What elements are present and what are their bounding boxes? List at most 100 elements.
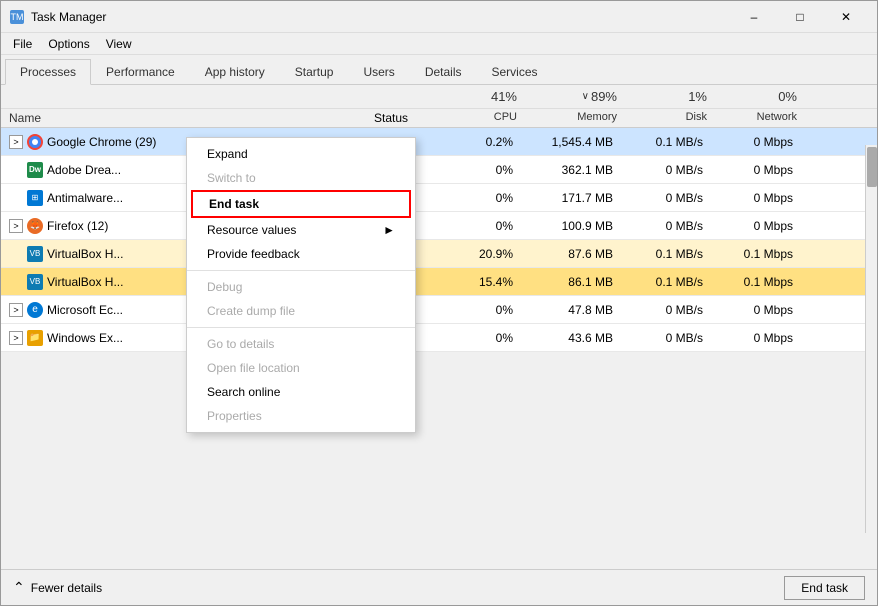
cell-network: 0 Mbps [711, 301, 801, 319]
msedge-icon: e [27, 302, 43, 318]
cell-disk: 0 MB/s [621, 189, 711, 207]
firefox-icon: 🦊 [27, 218, 43, 234]
cell-disk: 0 MB/s [621, 301, 711, 319]
process-name-label: VirtualBox H... [47, 247, 123, 261]
tab-apphistory[interactable]: App history [190, 59, 280, 84]
cell-network: 0 Mbps [711, 133, 801, 151]
menu-bar: File Options View [1, 33, 877, 55]
cell-cpu: 0% [431, 217, 521, 235]
cell-disk: 0 MB/s [621, 217, 711, 235]
tab-users[interactable]: Users [348, 59, 409, 84]
mem-sort-icon: ∨ [582, 91, 589, 102]
end-task-button[interactable]: End task [784, 576, 865, 600]
header-disk[interactable]: Disk [621, 109, 711, 127]
menu-view[interactable]: View [98, 35, 140, 53]
ctx-provide-feedback[interactable]: Provide feedback [187, 242, 415, 266]
adobe-icon: Dw [27, 162, 43, 178]
cpu-stat: 41% [431, 87, 521, 106]
tab-startup[interactable]: Startup [280, 59, 349, 84]
fewer-details-button[interactable]: ⌃ Fewer details [13, 579, 102, 596]
cell-disk: 0.1 MB/s [621, 133, 711, 151]
mem-stat: ∨ 89% [521, 87, 621, 106]
ctx-open-file-location: Open file location [187, 356, 415, 380]
tab-performance[interactable]: Performance [91, 59, 190, 84]
chevron-up-icon: ⌃ [13, 579, 25, 596]
window-title: Task Manager [31, 10, 731, 24]
header-status[interactable]: Status [351, 109, 431, 127]
cell-memory: 47.8 MB [521, 301, 621, 319]
menu-file[interactable]: File [5, 35, 40, 53]
cell-network: 0 Mbps [711, 189, 801, 207]
cell-memory: 100.9 MB [521, 217, 621, 235]
cell-memory: 86.1 MB [521, 273, 621, 291]
svg-text:TM: TM [11, 12, 24, 22]
expand-button[interactable]: > [9, 219, 23, 233]
menu-options[interactable]: Options [40, 35, 97, 53]
cell-memory: 171.7 MB [521, 189, 621, 207]
process-name-label: Adobe Drea... [47, 163, 121, 177]
cell-disk: 0 MB/s [621, 329, 711, 347]
cell-network: 0.1 Mbps [711, 245, 801, 263]
close-button[interactable]: ✕ [823, 1, 869, 33]
ctx-go-to-details: Go to details [187, 332, 415, 356]
cell-disk: 0 MB/s [621, 161, 711, 179]
process-table: > Google Chrome (29) 0.2% 1,545.4 MB 0.1… [1, 128, 877, 569]
ctx-expand[interactable]: Expand [187, 142, 415, 166]
cell-network: 0 Mbps [711, 329, 801, 347]
process-name-label: Windows Ex... [47, 331, 123, 345]
process-name-label: Google Chrome (29) [47, 135, 156, 149]
ctx-separator1 [187, 270, 415, 271]
cell-memory: 1,545.4 MB [521, 133, 621, 151]
table-row[interactable]: VB VirtualBox H... 20.9% 87.6 MB 0.1 MB/… [1, 240, 877, 268]
cell-cpu: 0.2% [431, 133, 521, 151]
tab-processes[interactable]: Processes [5, 59, 91, 85]
submenu-arrow-icon: ► [383, 223, 395, 237]
table-row[interactable]: ⊞ Antimalware... 0% 171.7 MB 0 MB/s 0 Mb… [1, 184, 877, 212]
table-row[interactable]: > 🦊 Firefox (12) 0% 100.9 MB 0 MB/s 0 Mb… [1, 212, 877, 240]
disk-stat: 1% [621, 87, 711, 106]
cell-cpu: 15.4% [431, 273, 521, 291]
net-stat: 0% [711, 87, 801, 106]
virtualbox-icon: VB [27, 246, 43, 262]
footer: ⌃ Fewer details End task [1, 569, 877, 605]
maximize-button[interactable]: □ [777, 1, 823, 33]
context-menu: Expand Switch to End task Resource value… [186, 137, 416, 433]
table-row[interactable]: Dw Adobe Drea... 0% 362.1 MB 0 MB/s 0 Mb… [1, 156, 877, 184]
ctx-resource-values[interactable]: Resource values ► [187, 218, 415, 242]
header-network[interactable]: Network [711, 109, 801, 127]
cell-disk: 0.1 MB/s [621, 273, 711, 291]
ctx-properties: Properties [187, 404, 415, 428]
process-name-label: Microsoft Ec... [47, 303, 123, 317]
expand-button[interactable]: > [9, 303, 23, 317]
cell-cpu: 0% [431, 189, 521, 207]
cell-cpu: 20.9% [431, 245, 521, 263]
table-row[interactable]: VB VirtualBox H... 15.4% 86.1 MB 0.1 MB/… [1, 268, 877, 296]
header-memory[interactable]: Memory [521, 109, 621, 127]
header-cpu[interactable]: CPU [431, 109, 521, 127]
expand-button[interactable]: > [9, 331, 23, 345]
cell-memory: 87.6 MB [521, 245, 621, 263]
tab-details[interactable]: Details [410, 59, 477, 84]
column-headers: Name Status CPU Memory Disk Network [1, 109, 877, 128]
expand-button[interactable]: > [9, 135, 23, 149]
table-row[interactable]: > Google Chrome (29) 0.2% 1,545.4 MB 0.1… [1, 128, 877, 156]
cell-cpu: 0% [431, 161, 521, 179]
title-bar: TM Task Manager – □ ✕ [1, 1, 877, 33]
chrome-icon [27, 134, 43, 150]
cell-memory: 43.6 MB [521, 329, 621, 347]
scrollbar[interactable] [865, 145, 877, 533]
cell-disk: 0.1 MB/s [621, 245, 711, 263]
cell-network: 0.1 Mbps [711, 273, 801, 291]
ctx-end-task[interactable]: End task [191, 190, 411, 218]
tab-services[interactable]: Services [477, 59, 553, 84]
process-name-label: Firefox (12) [47, 219, 108, 233]
ctx-separator2 [187, 327, 415, 328]
minimize-button[interactable]: – [731, 1, 777, 33]
cell-network: 0 Mbps [711, 161, 801, 179]
cell-cpu: 0% [431, 301, 521, 319]
ctx-search-online[interactable]: Search online [187, 380, 415, 404]
ctx-create-dump: Create dump file [187, 299, 415, 323]
table-row[interactable]: > 📁 Windows Ex... 0% 43.6 MB 0 MB/s 0 Mb… [1, 324, 877, 352]
header-name[interactable]: Name [1, 109, 351, 127]
table-row[interactable]: > e Microsoft Ec... 0% 47.8 MB 0 MB/s 0 … [1, 296, 877, 324]
